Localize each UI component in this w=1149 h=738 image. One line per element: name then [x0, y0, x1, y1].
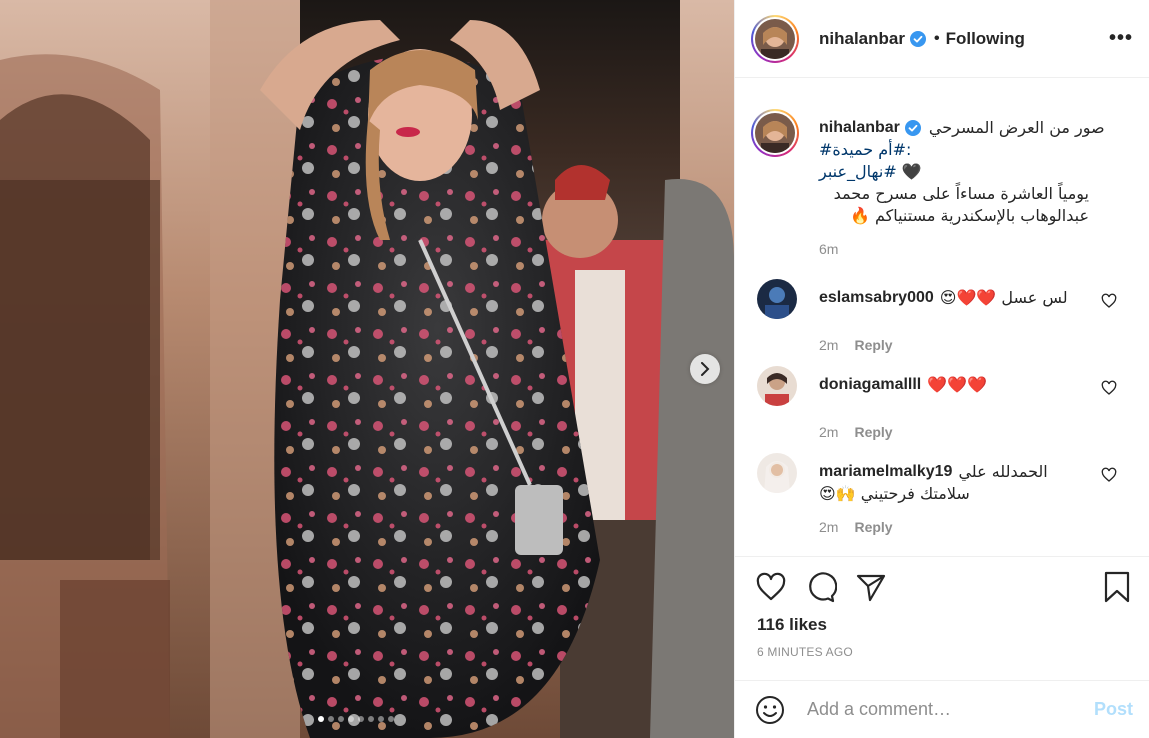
carousel-dot [378, 716, 384, 722]
comment-username[interactable]: doniagamallll [819, 376, 921, 394]
avatar[interactable] [751, 109, 799, 157]
caption-emoji: 🖤 [901, 162, 922, 181]
post-comment-button[interactable]: Post [1094, 699, 1133, 720]
post-side-panel: nihalanbar • Following ••• nihalanbar صو… [734, 0, 1149, 738]
post-photo[interactable] [0, 0, 734, 738]
carousel-dot [318, 716, 324, 722]
post-time: 6 MINUTES AGO [757, 645, 853, 659]
bookmark-icon[interactable] [1101, 571, 1133, 603]
post-actions: 116 likes 6 MINUTES AGO [735, 556, 1149, 686]
chevron-right-icon [701, 362, 710, 376]
comment-item: eslamsabry000 لس عسل ❤️❤️😍 2m Reply [735, 279, 1149, 366]
avatar[interactable] [757, 279, 797, 319]
caption-username[interactable]: nihalanbar [819, 119, 900, 137]
reply-button[interactable]: Reply [854, 337, 892, 353]
comment-text: الحمدلله علي [958, 462, 1048, 481]
comment-text: سلامتك فرحتيني 🙌😍 [819, 484, 970, 503]
avatar[interactable] [751, 14, 799, 63]
photo-scene [0, 0, 734, 738]
comment-text: ❤️❤️❤️ [927, 375, 988, 394]
smiley-icon[interactable] [755, 695, 785, 725]
comments-list[interactable]: nihalanbar صور من العرض المسرحي :#أم حمي… [735, 79, 1149, 555]
caption-hashtag[interactable]: :#أم حميدة# [819, 139, 1133, 161]
comment-username[interactable]: eslamsabry000 [819, 289, 934, 307]
heart-icon[interactable] [1101, 293, 1117, 309]
caption-line: يومياً العاشرة مساءاً على مسرح محمد [833, 184, 1089, 203]
caption-hashtag[interactable]: #نهال_عنبر [819, 162, 897, 181]
following-button[interactable]: Following [946, 29, 1025, 49]
comment-text: لس عسل ❤️❤️😍 [939, 288, 1068, 307]
avatar[interactable] [757, 453, 797, 493]
comment-username[interactable]: mariamelmalky19 [819, 463, 952, 481]
verified-badge-icon [904, 120, 921, 136]
carousel-dot [348, 716, 354, 722]
carousel-dot [358, 716, 364, 722]
post-caption: nihalanbar صور من العرض المسرحي :#أم حمي… [735, 79, 1149, 279]
comment-input[interactable] [807, 699, 1094, 720]
verified-badge-icon [909, 30, 926, 47]
comment-time: 2m [819, 519, 839, 535]
carousel-dots [318, 716, 394, 722]
avatar[interactable] [757, 366, 797, 406]
follow-separator: • [933, 29, 940, 47]
heart-icon[interactable] [1101, 467, 1117, 483]
post-header: nihalanbar • Following ••• [735, 0, 1149, 78]
comment-item: doniagamallll ❤️❤️❤️ 2m Reply [735, 366, 1149, 453]
reply-button[interactable]: Reply [854, 519, 892, 535]
likes-count[interactable]: 116 likes [757, 615, 827, 635]
header-username[interactable]: nihalanbar [819, 29, 905, 49]
reply-button[interactable]: Reply [854, 424, 892, 440]
carousel-dot [338, 716, 344, 722]
next-image-button[interactable] [690, 354, 720, 384]
caption-line: عبدالوهاب بالإسكندرية مستنياكم 🔥 [849, 206, 1089, 225]
heart-icon[interactable] [1101, 380, 1117, 396]
caption-time: 6m [819, 241, 839, 257]
add-comment-bar: Post [735, 680, 1149, 738]
comment-time: 2m [819, 424, 839, 440]
comment-item: mariamelmalky19 الحمدلله علي سلامتك فرحت… [735, 453, 1149, 555]
caption-line: صور من العرض المسرحي [928, 118, 1105, 137]
comment-time: 2m [819, 337, 839, 353]
comment-icon[interactable] [805, 571, 837, 603]
carousel-dot [388, 716, 394, 722]
paper-plane-icon[interactable] [855, 571, 887, 603]
carousel-dot [328, 716, 334, 722]
carousel-dot [368, 716, 374, 722]
more-options-button[interactable]: ••• [1109, 27, 1133, 50]
heart-icon[interactable] [755, 571, 787, 603]
